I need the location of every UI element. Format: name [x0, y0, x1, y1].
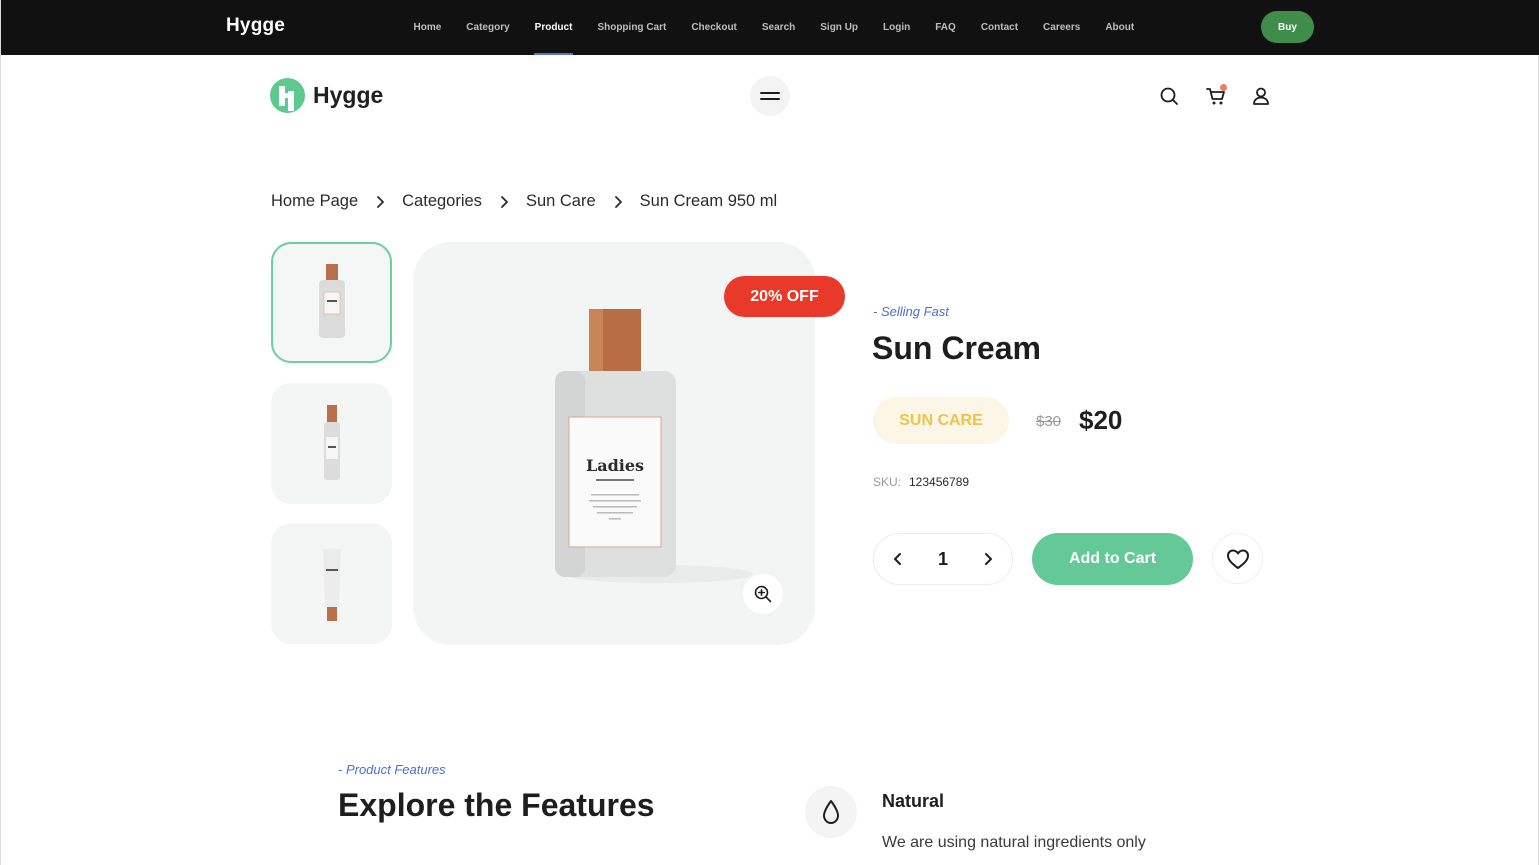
buy-button[interactable]: Buy [1261, 11, 1314, 43]
menu-button[interactable] [750, 76, 790, 116]
chevron-right-icon [376, 195, 385, 208]
drop-icon [823, 800, 839, 824]
chevron-left-icon [894, 553, 901, 565]
quantity-stepper: 1 [873, 533, 1013, 585]
thumbnail-3[interactable] [271, 523, 392, 644]
zoom-button[interactable] [743, 574, 783, 614]
chevron-right-icon [984, 553, 992, 565]
menu-icon [760, 92, 780, 100]
slim-bottle-thumbnail-image [323, 404, 340, 480]
nav-link-search[interactable]: Search [749, 0, 807, 55]
search-icon [1160, 87, 1178, 105]
nav-link-product[interactable]: Product [522, 0, 585, 55]
thumbnail-1[interactable] [271, 242, 392, 363]
heart-icon [1226, 549, 1249, 569]
wishlist-button[interactable] [1212, 533, 1263, 584]
zoom-in-icon [754, 585, 772, 603]
cart-badge [1220, 84, 1227, 91]
discount-badge: 20% OFF [724, 276, 845, 317]
old-price: $30 [1036, 413, 1062, 430]
product-title: Sun Cream [872, 330, 1041, 366]
breadcrumb-categories[interactable]: Categories [402, 192, 482, 211]
nav-link-sign-up[interactable]: Sign Up [808, 0, 871, 55]
nav-link-login[interactable]: Login [871, 0, 923, 55]
increase-quantity-button[interactable] [978, 549, 998, 569]
sku-label: SKU: [873, 475, 902, 489]
page: Hygge Home Category Product Shopping Car… [0, 0, 1539, 865]
nav-link-faq[interactable]: FAQ [923, 0, 969, 55]
breadcrumb-current: Sun Cream 950 ml [639, 192, 778, 210]
site-logo[interactable]: Hygge [270, 78, 383, 113]
features-tagline: - Product Features [338, 762, 446, 777]
chevron-right-icon [500, 195, 508, 208]
nav-link-shopping-cart[interactable]: Shopping Cart [585, 0, 679, 55]
top-nav-bar: Hygge Home Category Product Shopping Car… [1, 0, 1539, 55]
top-nav-links: Home Category Product Shopping Cart Chec… [401, 0, 1147, 55]
logo-mark-icon [270, 78, 305, 113]
logo-text: Hygge [313, 82, 384, 108]
nav-link-home[interactable]: Home [401, 0, 454, 55]
account-button[interactable] [1249, 84, 1273, 108]
tube-thumbnail-image [322, 548, 341, 621]
bottle-thumbnail-image [318, 263, 345, 338]
feature-name: Natural [882, 791, 945, 811]
svg-text:Ladies: Ladies [586, 456, 644, 475]
breadcrumb-home[interactable]: Home Page [271, 192, 358, 211]
feature-description: We are using natural ingredients only [882, 834, 1146, 851]
breadcrumb: Home Page Categories Sun Care Sun Cream … [271, 192, 777, 211]
cart-button[interactable] [1204, 84, 1228, 108]
price: $20 [1079, 405, 1123, 435]
features-title: Explore the Features [338, 787, 655, 823]
feature-icon-badge [805, 786, 857, 838]
sku-value: 123456789 [909, 475, 970, 489]
add-to-cart-button[interactable]: Add to Cart [1032, 533, 1193, 585]
quantity-value[interactable]: 1 [938, 549, 948, 570]
nav-link-category[interactable]: Category [454, 0, 522, 55]
chevron-right-icon [614, 195, 622, 208]
thumbnail-2[interactable] [271, 383, 392, 504]
nav-link-contact[interactable]: Contact [968, 0, 1030, 55]
breadcrumb-sun-care[interactable]: Sun Care [526, 192, 596, 211]
selling-fast-tagline: - Selling Fast [873, 304, 949, 319]
nav-link-careers[interactable]: Careers [1031, 0, 1093, 55]
top-brand[interactable]: Hygge [226, 15, 285, 37]
search-button[interactable] [1157, 84, 1181, 108]
nav-link-checkout[interactable]: Checkout [679, 0, 750, 55]
user-icon [1253, 87, 1269, 105]
nav-link-about[interactable]: About [1093, 0, 1147, 55]
category-badge[interactable]: SUN CARE [873, 397, 1009, 444]
decrease-quantity-button[interactable] [888, 549, 908, 569]
